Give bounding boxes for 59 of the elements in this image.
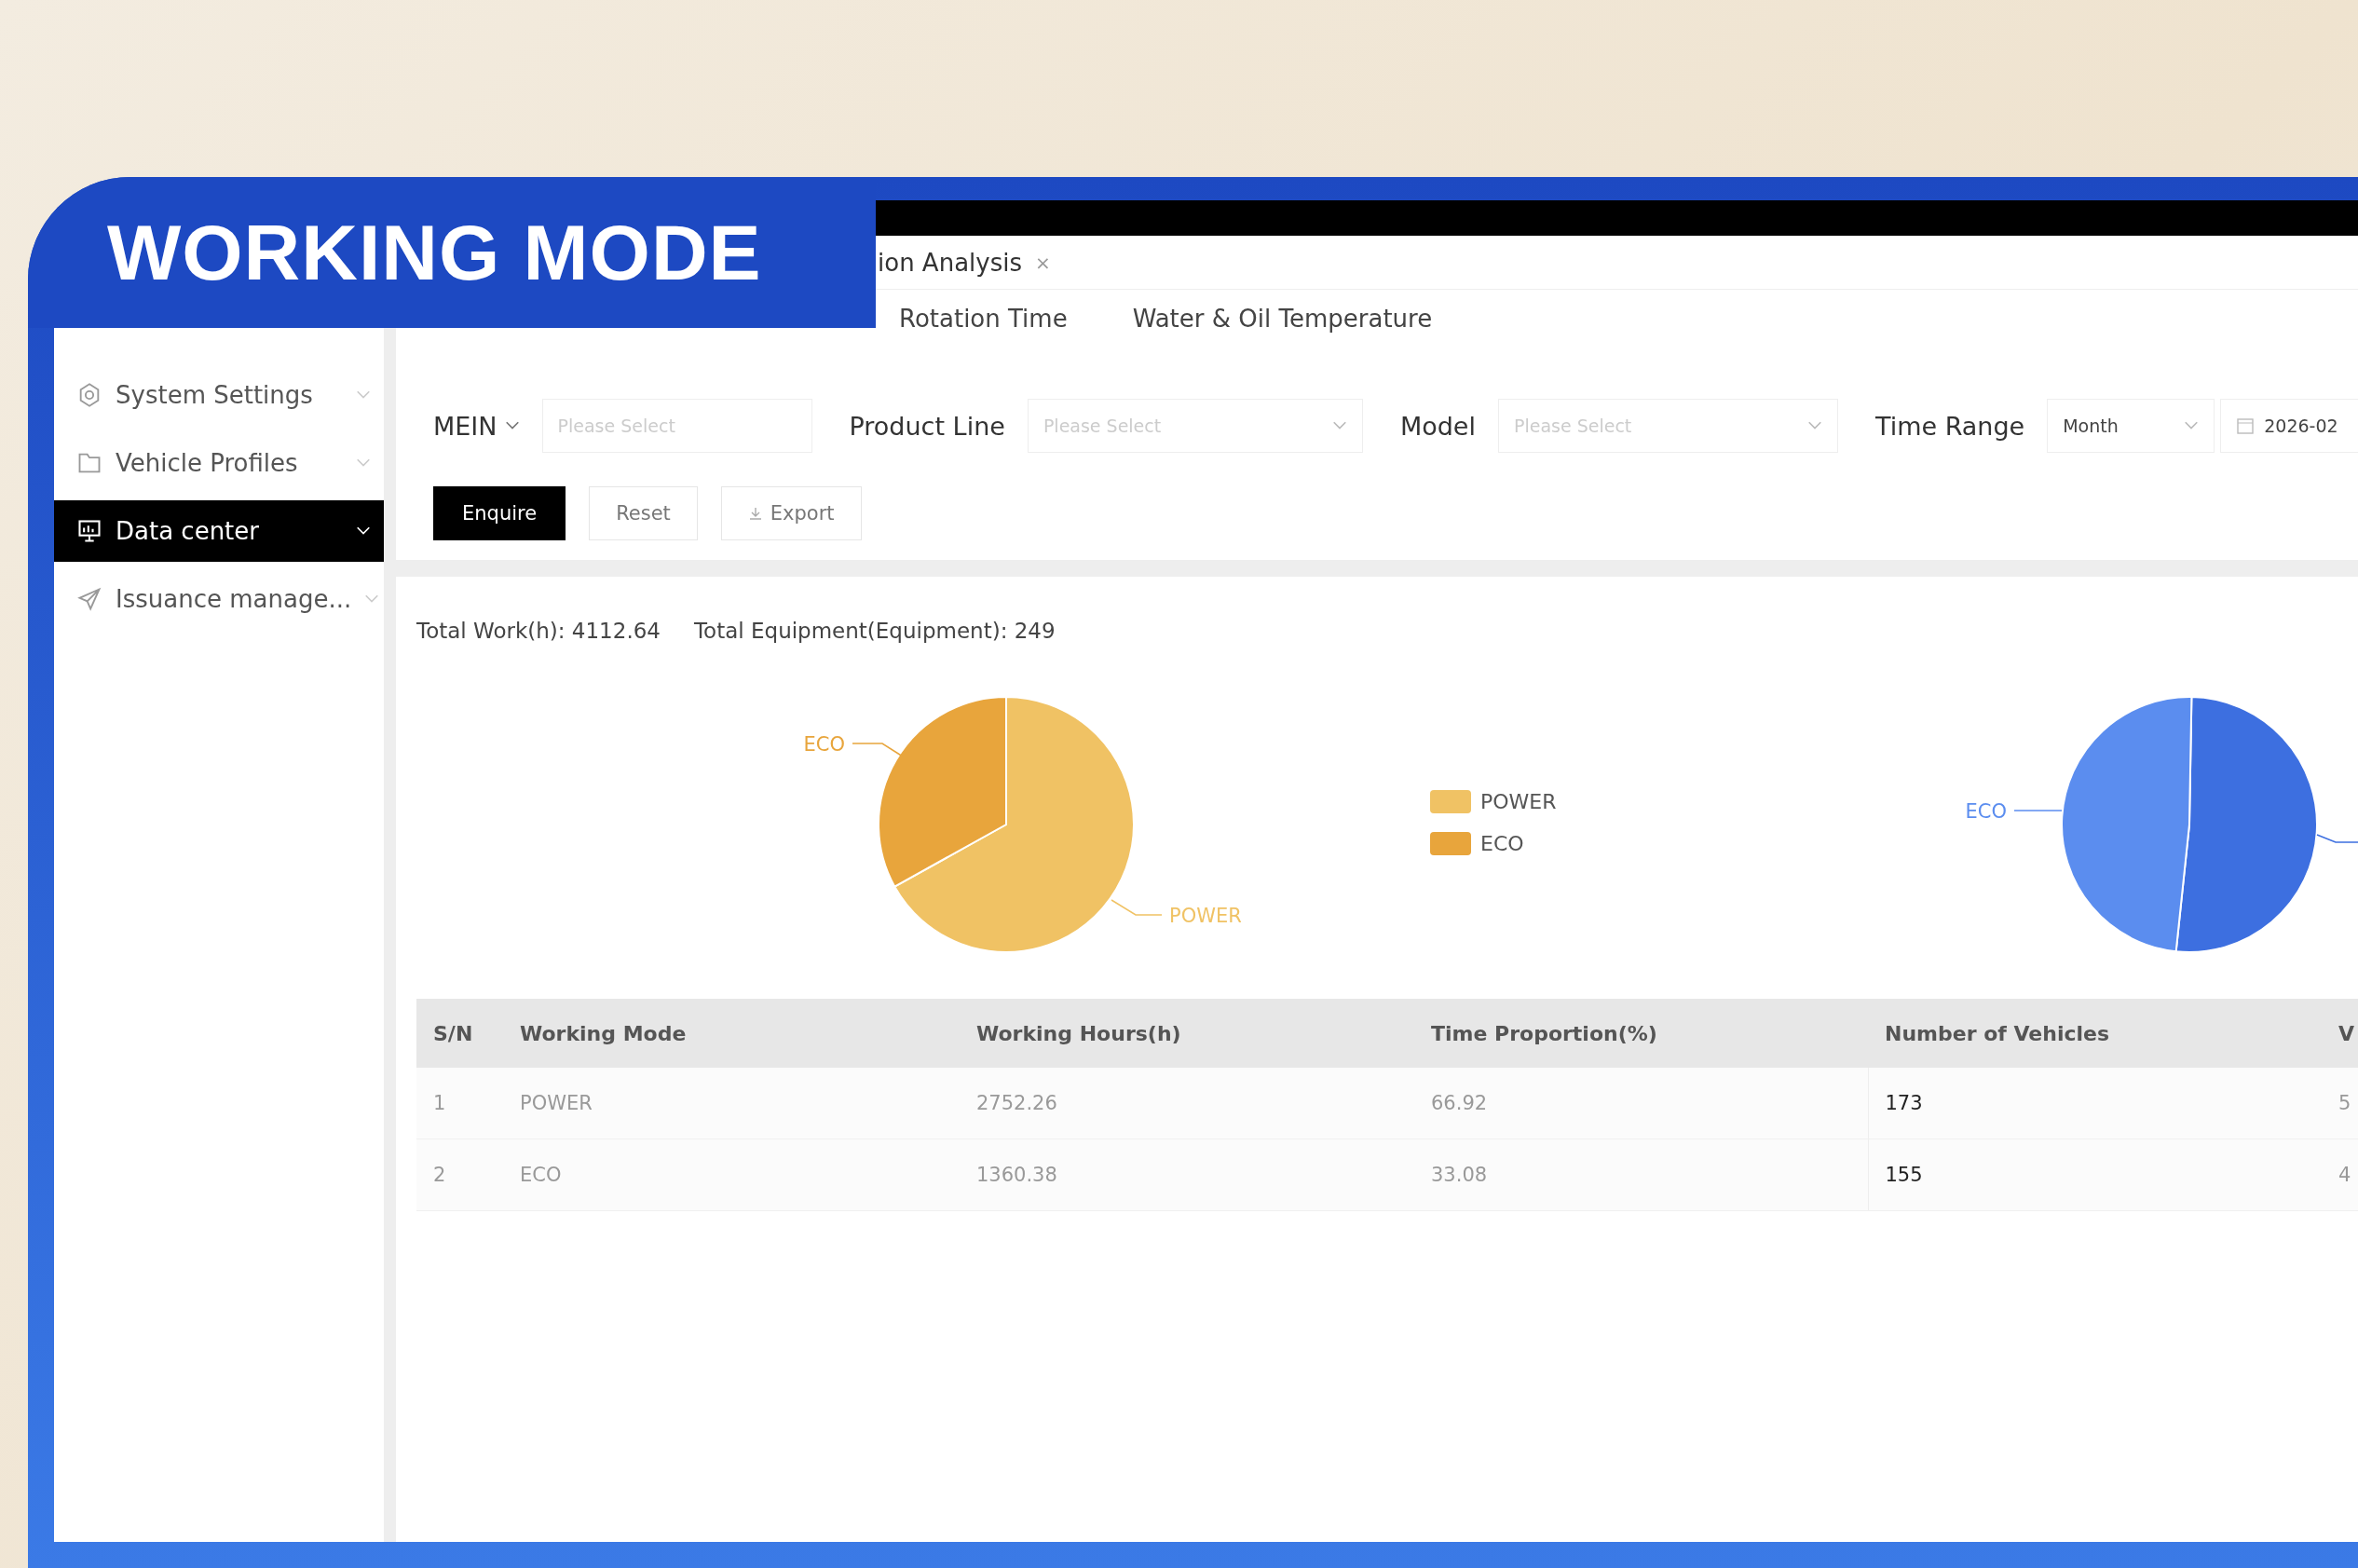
table-cell: 173: [1868, 1068, 2322, 1139]
chevron-icon: [1331, 421, 1347, 430]
banner-title: WORKING MODE: [107, 207, 762, 298]
date-value: 2026-02: [2264, 416, 2338, 436]
page-tab[interactable]: ion Analysis ×: [878, 248, 1051, 277]
chevron-icon: [1806, 421, 1822, 430]
column-header: Working Hours(h): [960, 999, 1414, 1068]
summary-text: Total Work(h): 4112.64: [416, 619, 661, 643]
sidebar-item[interactable]: Vehicle Profiles: [54, 432, 384, 494]
sidebar-item[interactable]: Issuance manage...: [54, 568, 384, 630]
table-cell: 2752.26: [960, 1068, 1414, 1139]
tab[interactable]: Rotation Time: [899, 296, 1068, 344]
chevron-icon: [356, 458, 371, 468]
table-cell: 5: [2322, 1068, 2358, 1139]
enquire-button[interactable]: Enquire: [433, 486, 566, 540]
leader-line: [2316, 834, 2358, 843]
chevron-icon: [504, 421, 520, 430]
chevron-icon: [364, 594, 380, 604]
sidebar-item[interactable]: System Settings: [54, 364, 384, 426]
send-icon: [76, 586, 102, 612]
table-cell: 2: [416, 1139, 503, 1211]
download-icon: [747, 506, 763, 521]
column-header: Working Mode: [503, 999, 960, 1068]
chevron-icon: [356, 390, 371, 400]
monitor-icon: [76, 518, 102, 544]
filter-label: Model: [1399, 411, 1476, 441]
chevron-icon: [356, 526, 371, 536]
legend-label: POWER: [1480, 790, 1557, 813]
filter-label: Time Range: [1874, 411, 2025, 441]
select-field[interactable]: Month: [2047, 399, 2215, 453]
date-field[interactable]: 2026-02: [2220, 399, 2358, 453]
sidebar-item[interactable]: Data center: [54, 500, 384, 562]
chart-label: ECO: [803, 733, 845, 756]
table-cell: 155: [1868, 1139, 2322, 1211]
table-cell: 33.08: [1414, 1139, 1868, 1211]
table-cell: ECO: [503, 1139, 960, 1211]
calendar-icon: [2236, 416, 2256, 435]
filter-label: Product Line: [849, 411, 1005, 441]
column-header: Time Proportion(%): [1414, 999, 1868, 1068]
mein-dropdown[interactable]: MEIN: [433, 411, 520, 441]
leader-line: [1111, 899, 1163, 916]
leader-line: [2013, 810, 2063, 811]
legend-label: ECO: [1480, 832, 1524, 855]
summary-text: Total Equipment(Equipment): 249: [693, 619, 1056, 643]
chevron-icon: [2184, 421, 2200, 430]
tab[interactable]: Water & Oil Temperature: [1132, 296, 1433, 344]
table-cell: 66.92: [1414, 1068, 1868, 1139]
reset-button[interactable]: Reset: [589, 486, 698, 540]
table-cell: 1: [416, 1068, 503, 1139]
column-header: V: [2322, 999, 2358, 1068]
table-cell: 1360.38: [960, 1139, 1414, 1211]
table-cell: POWER: [503, 1068, 960, 1139]
column-header: S/N: [416, 999, 503, 1068]
chart-label: ECO: [1965, 800, 2007, 823]
leader-line: [852, 743, 904, 757]
export-button[interactable]: Export: [720, 486, 862, 540]
table-cell: 4: [2322, 1139, 2358, 1211]
chart-label: POWER: [1169, 905, 1242, 927]
column-header: Number of Vehicles: [1868, 999, 2322, 1068]
